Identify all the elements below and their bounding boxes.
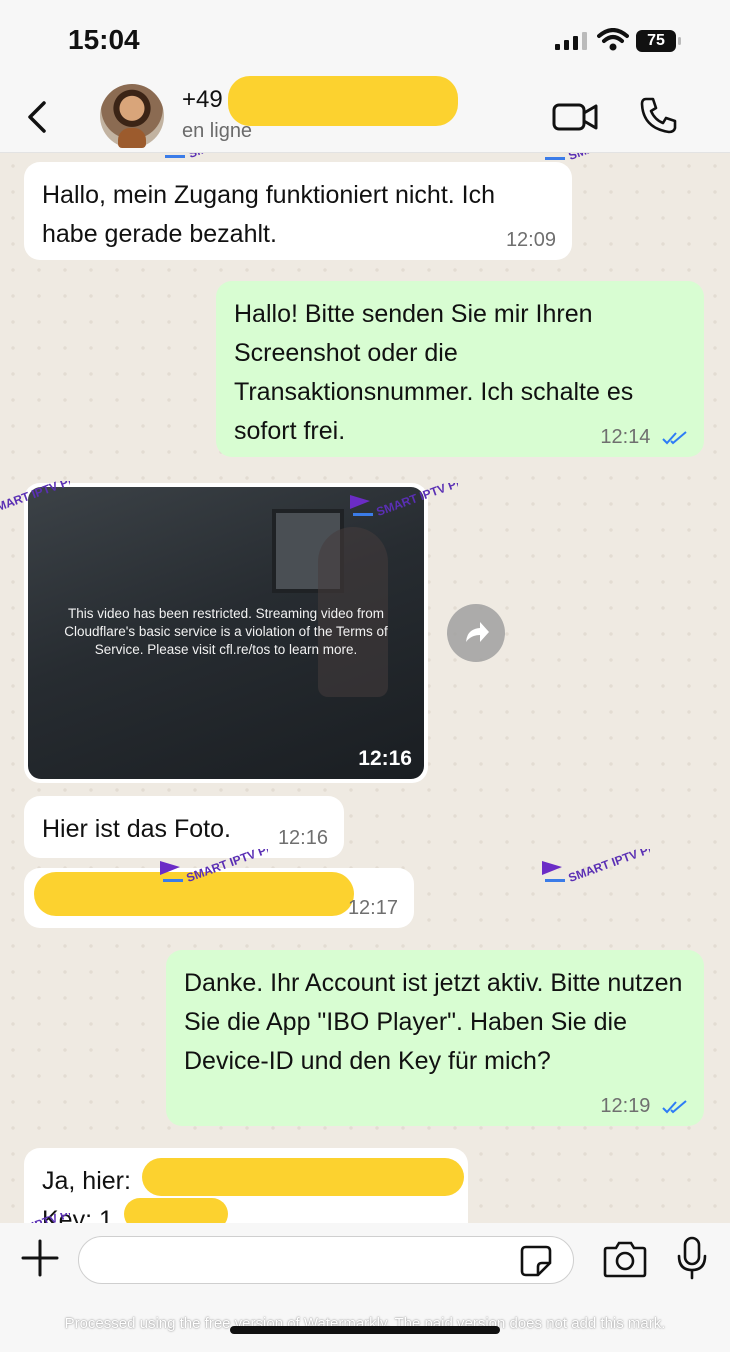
watermark-text: SMART IPTV PRO — [0, 481, 70, 517]
watermark-text: SMART IPTV PRO — [567, 849, 650, 885]
message-outgoing[interactable]: Hallo! Bitte senden Sie mir Ihren Screen… — [216, 281, 704, 457]
message-image[interactable]: This video has been restricted. Streamin… — [24, 483, 428, 783]
camera-icon[interactable] — [603, 1240, 647, 1278]
forward-icon[interactable] — [447, 604, 505, 662]
message-input[interactable] — [78, 1236, 574, 1284]
redaction-mark — [124, 1198, 228, 1223]
redaction-mark — [142, 1158, 464, 1196]
watermark-text: SMART IPTV PRO — [0, 1213, 70, 1223]
watermark-logo: SMART IPTV PRO — [160, 849, 268, 885]
message-time: 12:19 — [600, 1095, 651, 1117]
message-incoming[interactable]: Ja, hier: Key: 1 — [24, 1148, 468, 1223]
watermark-logo: SMART IPTV PRO — [542, 849, 650, 885]
message-time: 12:14 — [600, 426, 651, 448]
chat-header: +49 en ligne — [0, 76, 730, 153]
composer-bar: Processed using the free version of Wate… — [0, 1223, 730, 1352]
message-time: 12:16 — [358, 747, 412, 770]
message-text: Hallo, mein Zugang funktioniert nicht. I… — [42, 181, 496, 248]
contact-name[interactable]: +49 — [182, 86, 223, 114]
image-overlay-text: This video has been restricted. Streamin… — [64, 606, 388, 657]
message-meta: 12:14 — [600, 427, 688, 447]
watermark-logo: SMART IPTV PRO — [165, 153, 270, 161]
message-text: Hier ist das Foto. — [42, 815, 231, 843]
image-preview[interactable]: This video has been restricted. Streamin… — [28, 487, 424, 779]
redaction-mark — [228, 76, 458, 126]
watermark-logo: SMART IPTV PRO — [0, 481, 70, 517]
read-ticks-icon — [662, 430, 687, 445]
phone-call-icon[interactable] — [640, 96, 678, 134]
message-time: 12:16 — [277, 827, 328, 849]
wifi-icon — [597, 28, 629, 51]
watermark-text: SMART IPTV PRO — [185, 849, 268, 885]
back-arrow-icon[interactable] — [22, 100, 52, 134]
message-text: Danke. Ihr Account ist jetzt aktiv. Bitt… — [184, 969, 683, 1075]
signal-icon — [555, 32, 587, 50]
plus-icon[interactable] — [20, 1238, 60, 1278]
message-meta: 12:19 — [600, 1096, 688, 1116]
watermark-logo: SMART IPTV PRO — [0, 1213, 70, 1223]
microphone-icon[interactable] — [676, 1236, 708, 1280]
watermark-text: SMART IPTV PRO — [187, 153, 270, 161]
contact-status: en ligne — [182, 120, 253, 142]
read-ticks-icon — [662, 1099, 687, 1114]
home-indicator[interactable] — [230, 1326, 500, 1334]
chat-area[interactable]: Hallo, mein Zugang funktioniert nicht. I… — [0, 153, 730, 1223]
contact-avatar[interactable] — [100, 84, 164, 148]
message-outgoing[interactable]: Danke. Ihr Account ist jetzt aktiv. Bitt… — [166, 950, 704, 1126]
sticker-icon[interactable] — [520, 1245, 552, 1277]
message-time: 12:09 — [505, 229, 556, 251]
message-text: Hallo! Bitte senden Sie mir Ihren Screen… — [234, 300, 634, 445]
watermark-logo: SMART IPTV PRO — [545, 153, 650, 163]
watermark-text: SMART IPTV PRO — [375, 483, 458, 519]
status-bar: 15:04 75 — [0, 0, 730, 80]
video-call-icon[interactable] — [552, 102, 598, 132]
status-time: 15:04 — [68, 24, 140, 55]
message-line: Key: 1 — [42, 1206, 113, 1223]
message-incoming[interactable]: Hallo, mein Zugang funktioniert nicht. I… — [24, 162, 572, 260]
message-time: 12:17 — [347, 897, 398, 919]
watermark-logo: SMART IPTV PRO — [350, 483, 458, 519]
watermark-text: SMART IPTV PRO — [567, 153, 650, 163]
battery-icon: 75 — [636, 30, 681, 52]
